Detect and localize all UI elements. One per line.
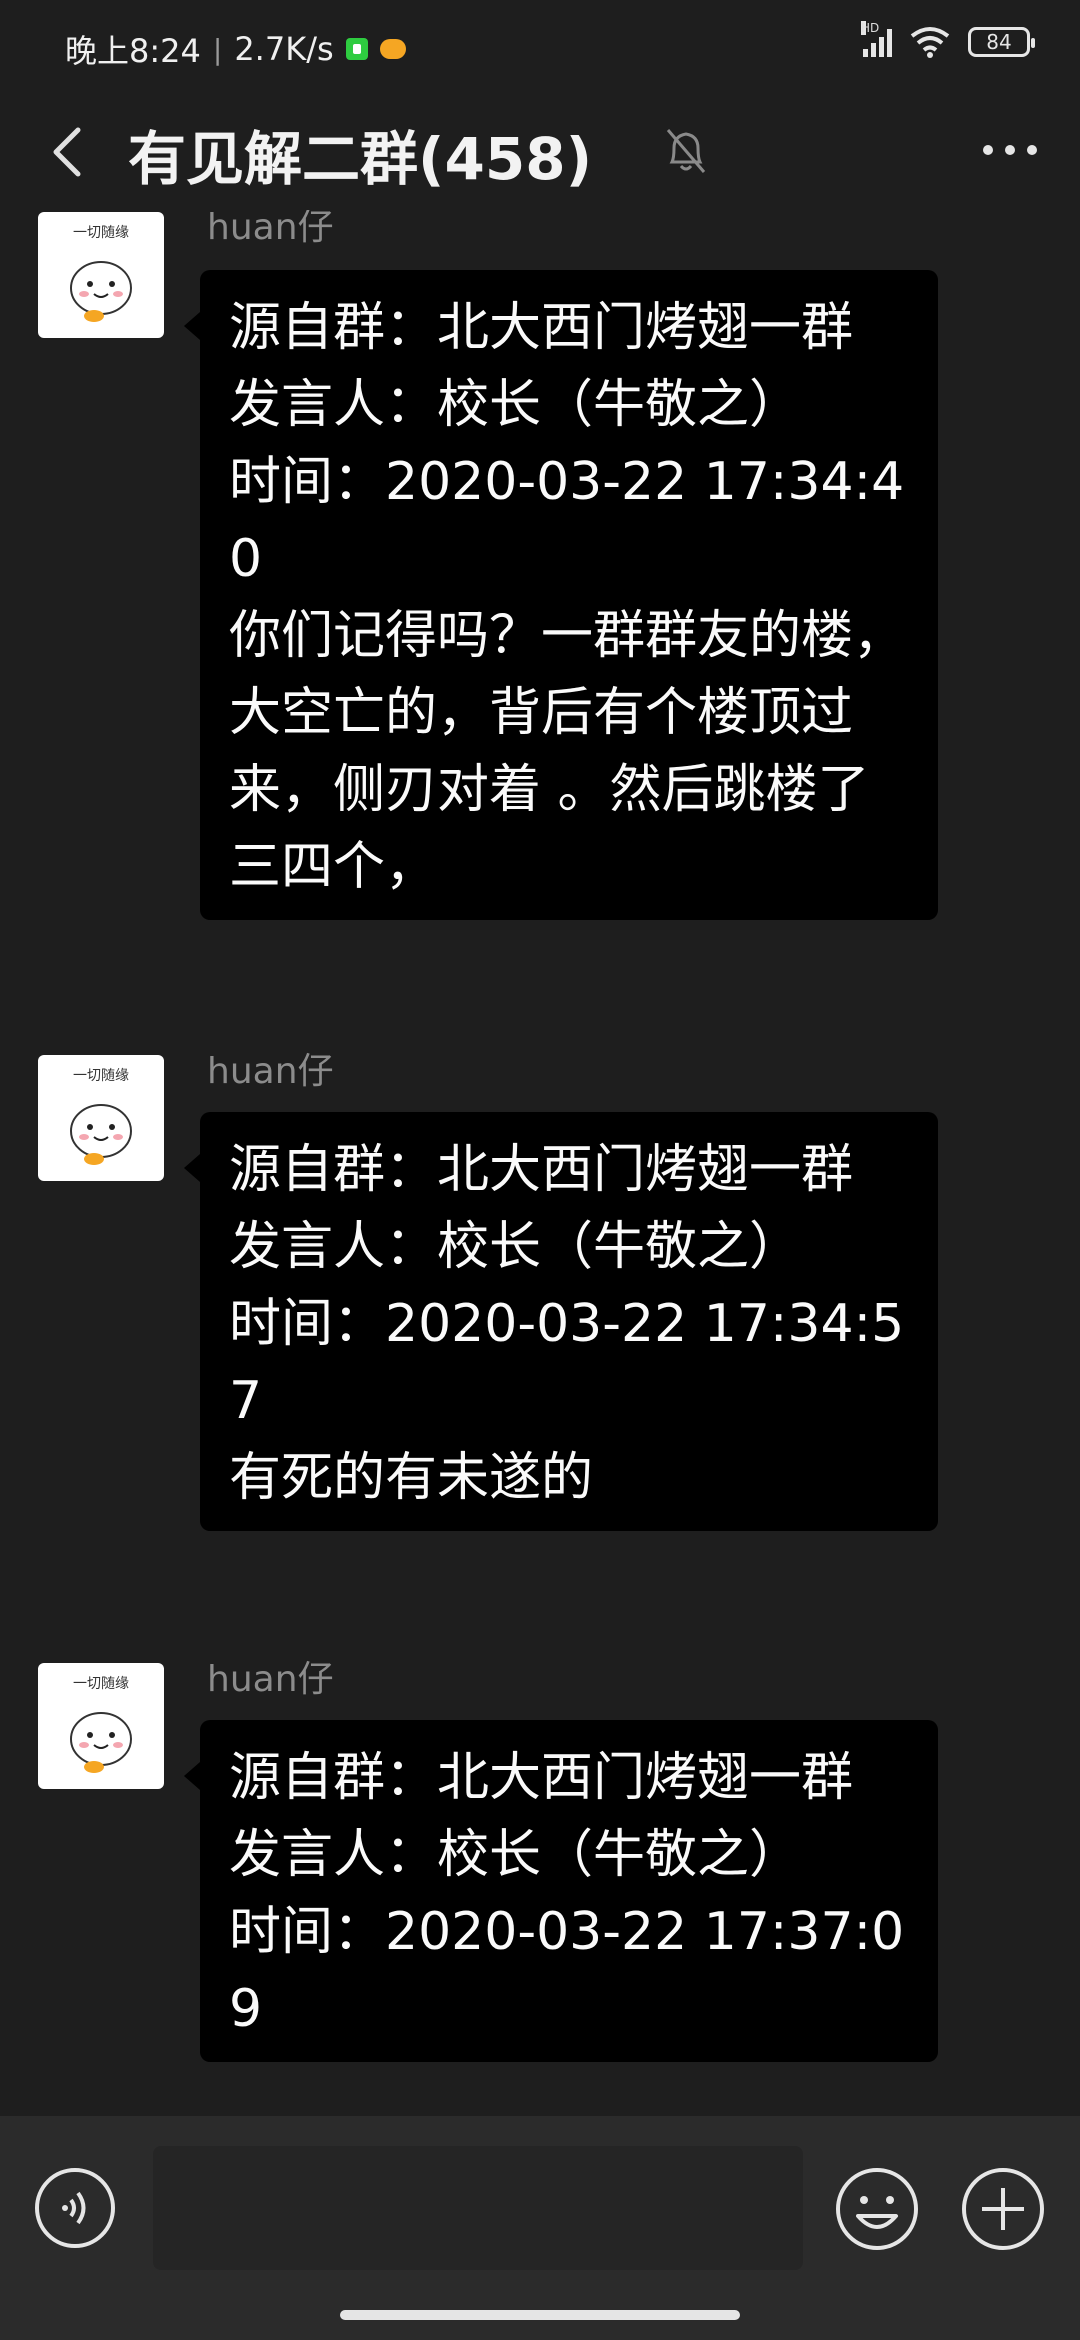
battery-level: 84	[986, 30, 1012, 54]
sender-name: huan仔	[207, 1051, 334, 1092]
wechat-notification-icon	[345, 38, 368, 60]
voice-icon[interactable]	[33, 2166, 117, 2250]
mute-bell-icon	[666, 129, 706, 173]
input-bar	[0, 2116, 1080, 2340]
avatar[interactable]: 一切随缘	[38, 212, 164, 338]
signal-icon: HD	[861, 21, 892, 57]
home-indicator[interactable]	[340, 2310, 740, 2320]
wifi-icon	[910, 27, 950, 58]
message-bubble[interactable]: 源自群：北大西门烤翅一群 发言人：校长（牛敬之） 时间：2020-03-22 1…	[184, 270, 938, 920]
status-right: HD 84	[861, 21, 1035, 58]
message-bubble[interactable]: 源自群：北大西门烤翅一群 发言人：校长（牛敬之） 时间：2020-03-22 1…	[184, 1720, 938, 2062]
avatar-caption: 一切随缘	[73, 1068, 129, 1084]
message-bubble[interactable]: 源自群：北大西门烤翅一群 发言人：校长（牛敬之） 时间：2020-03-22 1…	[184, 1112, 938, 1531]
battery-icon: 84	[968, 27, 1035, 57]
avatar[interactable]: 一切随缘	[38, 1055, 164, 1181]
emoji-icon[interactable]	[834, 2166, 920, 2252]
chat-header: 有见解二群(458)	[0, 110, 1080, 200]
message-list[interactable]: 一切随缘 huan仔 源自群：北大西门烤翅一群 发言人：校长（牛敬之） 时间：2…	[0, 210, 1080, 2115]
more-icon[interactable]	[980, 140, 1040, 160]
back-icon[interactable]	[40, 122, 100, 182]
avatar-caption: 一切随缘	[73, 225, 129, 241]
status-left: 晚上8:24 | 2.7K/s	[65, 26, 406, 72]
network-type: HD	[861, 21, 880, 35]
status-time: 晚上8:24	[65, 32, 201, 70]
avatar[interactable]: 一切随缘	[38, 1663, 164, 1789]
avatar-caption: 一切随缘	[73, 1676, 129, 1692]
sender-name: huan仔	[207, 210, 334, 248]
page-title: 有见解二群(458)	[128, 125, 593, 193]
plus-icon[interactable]	[960, 2166, 1046, 2252]
sender-name: huan仔	[207, 1659, 334, 1700]
status-bar: 晚上8:24 | 2.7K/s HD 84	[0, 0, 1080, 100]
message-input[interactable]	[153, 2146, 803, 2270]
status-speed: 2.7K/s	[234, 30, 334, 68]
message-notification-icon	[379, 39, 406, 59]
status-separator: |	[212, 32, 223, 66]
